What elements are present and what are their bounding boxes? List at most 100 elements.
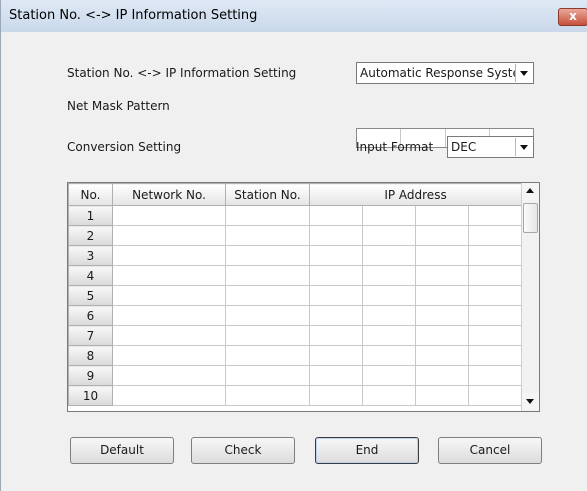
- ip-octet-2-cell[interactable]: [362, 205, 416, 226]
- ip-octet-2-cell[interactable]: [362, 305, 416, 326]
- table-row[interactable]: 4: [68, 265, 523, 286]
- scroll-up-button[interactable]: [522, 183, 539, 200]
- ip-octet-2-cell[interactable]: [362, 245, 416, 266]
- table-row[interactable]: 5: [68, 285, 523, 306]
- ip-octet-2-cell[interactable]: [362, 285, 416, 306]
- network-no-cell[interactable]: [112, 345, 226, 366]
- row-number[interactable]: 7: [68, 325, 113, 346]
- ip-octet-3-cell[interactable]: [415, 265, 469, 286]
- network-no-cell[interactable]: [112, 325, 226, 346]
- close-icon: x: [569, 9, 577, 23]
- station-no-cell[interactable]: [225, 345, 310, 366]
- network-no-cell[interactable]: [112, 245, 226, 266]
- table-row[interactable]: 6: [68, 305, 523, 326]
- network-no-cell[interactable]: [112, 365, 226, 386]
- col-header-station-no[interactable]: Station No.: [225, 183, 310, 206]
- row-number[interactable]: 6: [68, 305, 113, 326]
- ip-octet-4-cell[interactable]: [467, 305, 523, 326]
- network-no-cell[interactable]: [112, 225, 226, 246]
- network-no-cell[interactable]: [112, 385, 226, 406]
- ip-octet-4-cell[interactable]: [467, 225, 523, 246]
- default-button[interactable]: Default: [70, 437, 174, 464]
- ip-octet-4-cell[interactable]: [467, 265, 523, 286]
- row-number[interactable]: 9: [68, 365, 113, 386]
- ip-octet-4-cell[interactable]: [467, 365, 523, 386]
- col-header-network-no[interactable]: Network No.: [112, 183, 226, 206]
- ip-octet-2-cell[interactable]: [362, 385, 416, 406]
- chevron-down-icon: [520, 145, 528, 150]
- network-no-cell[interactable]: [112, 305, 226, 326]
- station-no-cell[interactable]: [225, 305, 310, 326]
- ip-octet-3-cell[interactable]: [415, 245, 469, 266]
- ip-octet-1-cell[interactable]: [309, 305, 363, 326]
- input-format-select[interactable]: DEC: [447, 136, 534, 158]
- col-header-ip-address[interactable]: IP Address: [308, 183, 523, 206]
- ip-octet-1-cell[interactable]: [309, 325, 363, 346]
- end-button[interactable]: End: [315, 437, 419, 464]
- table-row[interactable]: 2: [68, 225, 523, 246]
- network-no-cell[interactable]: [112, 285, 226, 306]
- network-no-cell[interactable]: [112, 265, 226, 286]
- scroll-thumb[interactable]: [523, 203, 538, 233]
- check-button[interactable]: Check: [191, 437, 295, 464]
- row-number[interactable]: 4: [68, 265, 113, 286]
- table-row[interactable]: 1: [68, 205, 523, 226]
- ip-octet-3-cell[interactable]: [415, 385, 469, 406]
- station-no-cell[interactable]: [225, 265, 310, 286]
- ip-octet-1-cell[interactable]: [309, 345, 363, 366]
- ip-octet-4-cell[interactable]: [467, 345, 523, 366]
- network-no-cell[interactable]: [112, 205, 226, 226]
- table-row[interactable]: 9: [68, 365, 523, 386]
- table-row[interactable]: 3: [68, 245, 523, 266]
- station-no-cell[interactable]: [225, 205, 310, 226]
- ip-octet-4-cell[interactable]: [467, 285, 523, 306]
- row-number[interactable]: 10: [68, 385, 113, 406]
- ip-octet-3-cell[interactable]: [415, 365, 469, 386]
- vertical-scrollbar[interactable]: [521, 183, 539, 411]
- station-setting-select[interactable]: Automatic Response System: [356, 62, 534, 84]
- ip-octet-3-cell[interactable]: [415, 305, 469, 326]
- ip-octet-4-cell[interactable]: [467, 385, 523, 406]
- ip-octet-2-cell[interactable]: [362, 325, 416, 346]
- ip-octet-4-cell[interactable]: [467, 245, 523, 266]
- ip-octet-1-cell[interactable]: [309, 285, 363, 306]
- ip-octet-1-cell[interactable]: [309, 385, 363, 406]
- ip-octet-3-cell[interactable]: [415, 285, 469, 306]
- table-body: 1 2 3 4 5 6 7 8 9 10: [68, 205, 523, 406]
- ip-octet-1-cell[interactable]: [309, 205, 363, 226]
- ip-octet-3-cell[interactable]: [415, 325, 469, 346]
- row-number[interactable]: 5: [68, 285, 113, 306]
- ip-octet-3-cell[interactable]: [415, 345, 469, 366]
- row-number[interactable]: 8: [68, 345, 113, 366]
- ip-octet-1-cell[interactable]: [309, 265, 363, 286]
- ip-octet-2-cell[interactable]: [362, 365, 416, 386]
- cancel-button[interactable]: Cancel: [438, 437, 542, 464]
- input-format-dropdown-button[interactable]: [515, 138, 532, 156]
- ip-octet-3-cell[interactable]: [415, 205, 469, 226]
- row-number[interactable]: 1: [68, 205, 113, 226]
- station-no-cell[interactable]: [225, 385, 310, 406]
- station-no-cell[interactable]: [225, 245, 310, 266]
- station-no-cell[interactable]: [225, 325, 310, 346]
- scroll-down-button[interactable]: [522, 393, 539, 410]
- row-number[interactable]: 3: [68, 245, 113, 266]
- station-no-cell[interactable]: [225, 365, 310, 386]
- ip-octet-2-cell[interactable]: [362, 345, 416, 366]
- ip-octet-4-cell[interactable]: [467, 205, 523, 226]
- ip-octet-2-cell[interactable]: [362, 265, 416, 286]
- ip-octet-1-cell[interactable]: [309, 245, 363, 266]
- table-row[interactable]: 7: [68, 325, 523, 346]
- table-row[interactable]: 10: [68, 385, 523, 406]
- ip-octet-1-cell[interactable]: [309, 365, 363, 386]
- ip-octet-2-cell[interactable]: [362, 225, 416, 246]
- ip-octet-1-cell[interactable]: [309, 225, 363, 246]
- table-row[interactable]: 8: [68, 345, 523, 366]
- col-header-no[interactable]: No.: [68, 183, 113, 206]
- row-number[interactable]: 2: [68, 225, 113, 246]
- ip-octet-4-cell[interactable]: [467, 325, 523, 346]
- station-setting-dropdown-button[interactable]: [515, 64, 532, 82]
- ip-octet-3-cell[interactable]: [415, 225, 469, 246]
- station-no-cell[interactable]: [225, 225, 310, 246]
- close-button[interactable]: x: [558, 8, 587, 26]
- station-no-cell[interactable]: [225, 285, 310, 306]
